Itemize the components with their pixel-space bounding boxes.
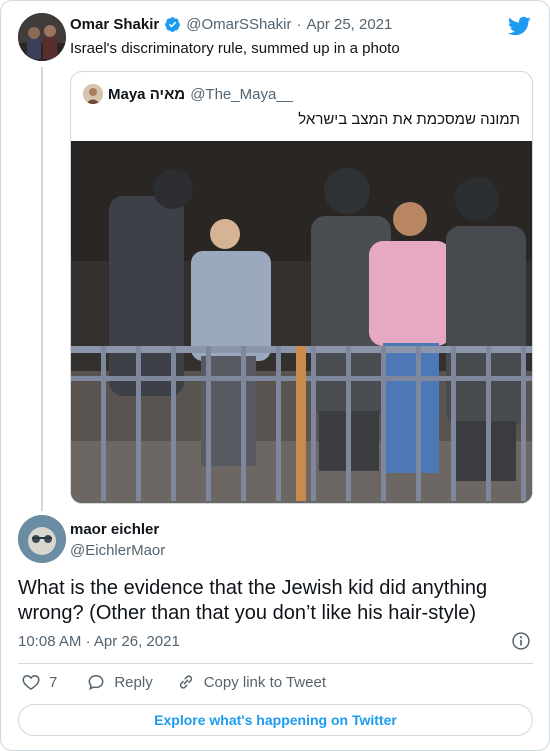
action-bar: 7 Reply Copy link to Tweet bbox=[18, 672, 326, 692]
reply-button[interactable]: Reply bbox=[86, 672, 153, 692]
separator-dot: · bbox=[296, 16, 302, 33]
separator-dot: · bbox=[85, 633, 91, 650]
link-icon bbox=[179, 675, 192, 689]
like-button[interactable]: 7 bbox=[21, 672, 57, 692]
tweet-header: Omar Shakir @OmarSShakir · Apr 25, 2021 bbox=[70, 16, 392, 33]
copy-link-label: Copy link to Tweet bbox=[203, 673, 326, 691]
explore-twitter-button[interactable]: Explore what's happening on Twitter bbox=[18, 704, 533, 736]
author-name[interactable]: Omar Shakir bbox=[70, 16, 159, 33]
reply-author-name[interactable]: maor eichler bbox=[70, 521, 159, 538]
author-handle[interactable]: @OmarSShakir bbox=[186, 16, 291, 33]
quoted-tweet-header: Maya מאיה @The_Maya__ bbox=[83, 84, 293, 104]
quoted-tweet-photo[interactable] bbox=[71, 141, 533, 504]
tweet-embed-card: Omar Shakir @OmarSShakir · Apr 25, 2021 … bbox=[0, 0, 550, 751]
heart-icon bbox=[22, 674, 40, 690]
reply-author-handle[interactable]: @EichlerMaor bbox=[70, 542, 165, 559]
quoted-tweet-text: תמונה שמסכמת את המצב בישראל bbox=[298, 111, 520, 128]
thread-connector-line bbox=[41, 67, 43, 511]
tweet-text: Israel's discriminatory rule, summed up … bbox=[70, 40, 400, 57]
reply-bubble-icon bbox=[88, 674, 104, 691]
quoted-tweet[interactable]: Maya מאיה @The_Maya__ תמונה שמסכמת את המ… bbox=[70, 71, 533, 504]
info-icon[interactable] bbox=[511, 631, 531, 651]
like-count: 7 bbox=[49, 673, 58, 691]
author-avatar[interactable] bbox=[18, 13, 66, 61]
verified-badge-icon bbox=[165, 17, 181, 32]
reply-button-label: Reply bbox=[114, 673, 153, 691]
quoted-author-handle: @The_Maya__ bbox=[190, 85, 293, 103]
tweet-date[interactable]: Apr 25, 2021 bbox=[306, 16, 392, 33]
twitter-bird-icon[interactable] bbox=[507, 14, 531, 38]
quoted-author-name: Maya מאיה bbox=[108, 85, 186, 103]
reply-author-avatar[interactable] bbox=[18, 515, 66, 563]
reply-date: Apr 26, 2021 bbox=[93, 633, 180, 650]
reply-time: 10:08 AM bbox=[18, 633, 82, 650]
divider bbox=[18, 663, 533, 664]
reply-timestamp[interactable]: 10:08 AM · Apr 26, 2021 bbox=[18, 633, 180, 650]
copy-link-button[interactable]: Copy link to Tweet bbox=[176, 672, 326, 692]
quoted-author-avatar bbox=[83, 84, 103, 104]
reply-tweet-text: What is the evidence that the Jewish kid… bbox=[18, 577, 488, 624]
